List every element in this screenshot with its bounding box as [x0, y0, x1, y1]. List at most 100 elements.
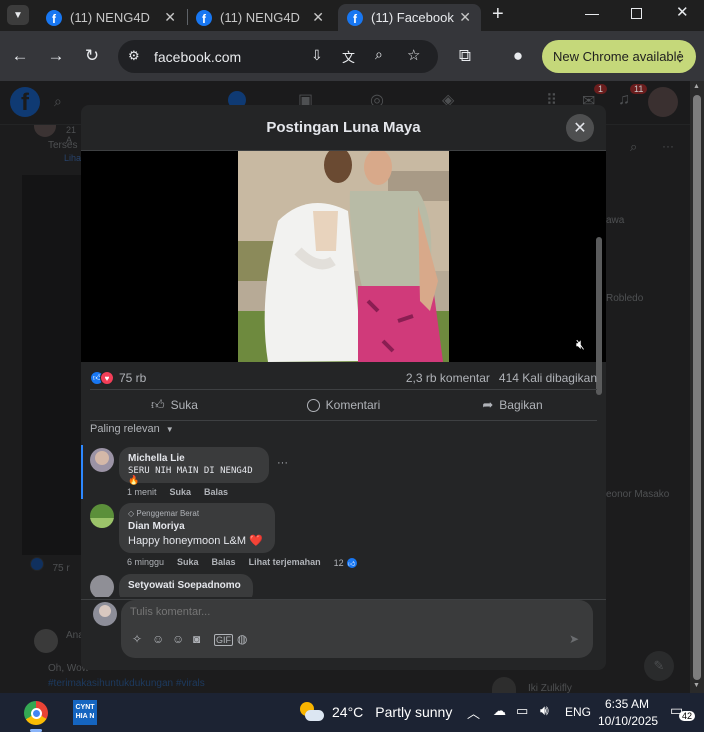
page-scrollbar[interactable]: ▲ ▼	[690, 81, 704, 693]
close-tab-icon[interactable]: ✕	[164, 9, 176, 26]
scroll-down-icon[interactable]: ▼	[693, 682, 700, 689]
profile-avatar[interactable]	[648, 87, 678, 117]
feed-hashtags[interactable]: #terimakasihuntukdukungan #virals	[48, 678, 205, 689]
facebook-logo-icon[interactable]: f	[10, 87, 40, 117]
contacts-search-icon[interactable]: ⌕	[630, 139, 637, 155]
comment-time[interactable]: 1 menit	[127, 487, 157, 497]
clock-date[interactable]: 10/10/2025	[598, 714, 658, 728]
tab-neng4d-1[interactable]: f (11) NENG4D ✕	[38, 4, 186, 31]
camera-icon[interactable]: ◙	[193, 632, 200, 646]
new-chrome-available-button[interactable]: New Chrome available ⋮	[542, 40, 696, 73]
minimize-button[interactable]	[585, 14, 599, 15]
avatar	[34, 629, 58, 653]
smiley-icon[interactable]: ☺	[172, 632, 184, 646]
person-icon: ●	[512, 46, 524, 65]
comment-like-link[interactable]: Suka	[170, 487, 192, 497]
tab-search-button[interactable]: ▼	[7, 5, 29, 25]
gif-icon[interactable]: GIF	[214, 634, 233, 646]
facebook-favicon-icon: f	[347, 9, 363, 26]
extensions-button[interactable]: ⧉	[454, 31, 476, 81]
commenter-avatar[interactable]	[90, 448, 114, 472]
page-scrollbar-thumb[interactable]	[693, 95, 701, 680]
top-fan-badge: ◇ Penggemar Berat	[128, 509, 200, 518]
shares-count[interactable]: 414 Kali dibagikan	[499, 371, 597, 385]
translate-icon[interactable]: 文	[342, 47, 355, 66]
puzzle-icon: ⧉	[458, 46, 472, 65]
avatar-sticker-icon[interactable]: ✧	[132, 632, 142, 646]
comment-reply-link[interactable]: Balas	[204, 487, 228, 497]
contact-name[interactable]: awa	[606, 215, 624, 226]
commenter-name[interactable]: Setyowati Soepadnomo	[128, 580, 244, 591]
bell-icon[interactable]: ♫	[618, 91, 630, 109]
comment-time[interactable]: 6 minggu	[127, 557, 164, 569]
share-button[interactable]: ➦ Bagikan	[428, 390, 597, 420]
send-icon[interactable]: ➤	[569, 632, 579, 646]
close-dialog-button[interactable]: ✕	[566, 114, 594, 142]
sticker-icon[interactable]: ◍	[237, 632, 247, 646]
new-comment-indicator	[81, 445, 83, 499]
weather-widget[interactable]: 24°C Partly sunny	[298, 700, 452, 724]
comment-text: Happy honeymoon L&M ❤️	[128, 535, 263, 547]
comment-like-count[interactable]: 12 👍︎	[334, 557, 358, 569]
post-dialog: Postingan Luna Maya ✕ 🔇︎ 👍︎ ♥ 75 rb 2,3 …	[81, 105, 606, 670]
comment-input[interactable]	[130, 606, 430, 618]
scroll-up-icon[interactable]: ▲	[693, 83, 700, 90]
bookmark-star-icon[interactable]: ☆	[407, 46, 420, 64]
back-button[interactable]: ←	[8, 31, 32, 81]
browser-toolbar: ← → ↻ ⚙ facebook.com ⇩ 文 ⌕ ☆ ⧉ ● New Chr…	[0, 31, 704, 81]
like-button[interactable]: 👍︎ Suka	[90, 390, 259, 420]
commenter-avatar[interactable]	[90, 575, 114, 597]
url-text: facebook.com	[154, 48, 242, 65]
commenter-name[interactable]: Dian Moriya	[128, 521, 266, 532]
contact-name[interactable]: Iki Zulkifly	[528, 683, 572, 693]
comment-reply-link[interactable]: Balas	[212, 557, 236, 569]
update-label: New Chrome available	[553, 49, 684, 64]
commenter-avatar[interactable]	[90, 504, 114, 528]
facebook-favicon-icon: f	[196, 9, 212, 26]
forward-button[interactable]: →	[44, 31, 68, 81]
comments-count[interactable]: 2,3 rb komentar	[406, 371, 490, 385]
tab-facebook-active[interactable]: f (11) Facebook ✕	[338, 4, 481, 31]
see-translation-link[interactable]: Lihat terjemahan	[249, 557, 321, 569]
close-tab-icon[interactable]: ✕	[312, 9, 324, 26]
meet-now-icon[interactable]: ▭	[516, 703, 528, 719]
comment-options-button[interactable]: ···	[277, 457, 288, 469]
reload-button[interactable]: ↻	[80, 31, 104, 81]
comment-input-box[interactable]: ✧ ☺ ☺ ◙ GIF ◍ ➤	[121, 600, 593, 658]
post-video[interactable]: 🔇︎	[81, 151, 606, 362]
contact-name[interactable]: Robledo	[606, 293, 643, 304]
chrome-taskbar-icon[interactable]	[24, 701, 48, 725]
notification-badge: 11	[630, 84, 648, 94]
comment-like-link[interactable]: Suka	[177, 557, 199, 569]
clock-time[interactable]: 6:35 AM	[605, 697, 649, 711]
language-indicator[interactable]: ENG	[565, 705, 591, 719]
new-message-button[interactable]: ✎	[644, 651, 674, 681]
maximize-button[interactable]	[631, 8, 642, 19]
app-label: CYNT HIA N	[75, 704, 95, 720]
zoom-icon[interactable]: ⌕	[375, 46, 383, 63]
close-window-button[interactable]: ✕	[676, 3, 689, 21]
reactions-count[interactable]: 75 rb	[119, 371, 146, 385]
comment-label: Komentari	[325, 398, 381, 412]
contact-name[interactable]: eonor Masako	[606, 489, 669, 500]
commenter-name[interactable]: Michella Lie	[128, 453, 260, 464]
search-icon[interactable]: ⌕	[54, 93, 62, 110]
app-taskbar-icon[interactable]: CYNT HIA N	[73, 700, 97, 725]
muted-speaker-icon[interactable]: 🔇︎	[576, 336, 594, 354]
address-bar[interactable]: ⚙ facebook.com ⇩ 文 ⌕ ☆	[118, 40, 438, 73]
install-app-icon[interactable]: ⇩	[311, 47, 323, 64]
comment-sort-dropdown[interactable]: Paling relevan ▼	[90, 423, 174, 435]
comment-item: ◇ Penggemar Berat Dian Moriya Happy hone…	[81, 502, 606, 570]
speaker-icon[interactable]: 🔊︎	[540, 702, 549, 719]
emoji-icon[interactable]: ☺	[152, 632, 164, 646]
tab-neng4d-2[interactable]: f (11) NENG4D ✕	[188, 4, 334, 31]
profile-button[interactable]: ●	[507, 31, 529, 81]
show-hidden-icons-chevron-icon[interactable]: ︿	[467, 703, 480, 722]
close-tab-icon[interactable]: ✕	[459, 9, 471, 26]
comment-button[interactable]: Komentari	[259, 390, 428, 420]
contacts-more-icon[interactable]: ···	[662, 139, 674, 153]
cloud-icon[interactable]: ☁	[493, 703, 506, 719]
new-tab-button[interactable]: +	[492, 3, 504, 26]
video-frame-couple	[238, 151, 449, 362]
site-settings-icon[interactable]: ⚙	[128, 48, 140, 64]
